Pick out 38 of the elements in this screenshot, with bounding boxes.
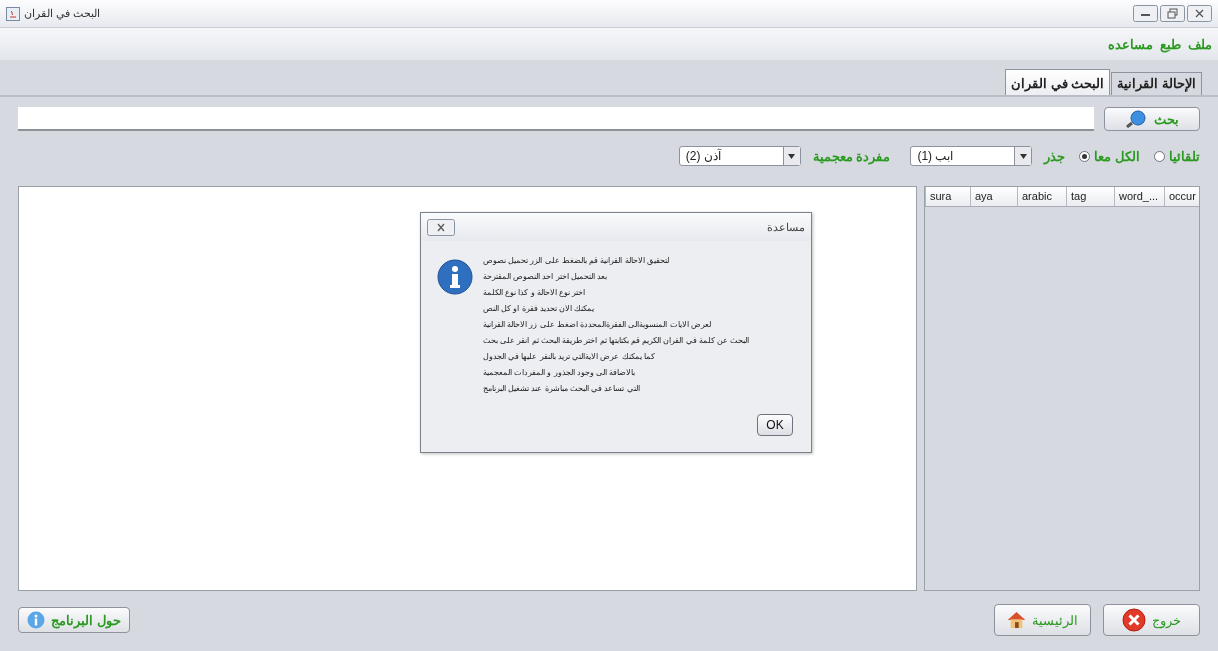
help-text: بعد التحميل اختر احد النصوص المقترحة	[483, 271, 608, 283]
close-icon[interactable]	[427, 218, 455, 236]
filter-label: جذر	[1044, 148, 1066, 164]
tab[interactable]: الإحالة القرانية	[1111, 72, 1202, 95]
help-text: كما يمكنك عرض الايةالتي تريد بالنقر عليها في الجدول	[483, 351, 655, 363]
help-text: البحث عن كلمة في القران الكريم قم بكتابتها ثم اختر طريقة البحث ثم انقر على بحث	[483, 335, 750, 347]
tab[interactable]: البحث في القران	[1005, 69, 1111, 95]
info-icon	[27, 611, 45, 629]
dialog-title: مساعدة	[767, 220, 805, 234]
help-text: لتحقيق الاحالة القرانية قم بالضغط على الزر تحميل نصوص	[483, 255, 669, 267]
search-icon	[1125, 110, 1148, 128]
dropdown[interactable]: آذن (2)	[678, 146, 801, 166]
help-text: لعرض الايات المنسوبةالى الفقرةالمحددة اضغط على زر الاحالة القرانية	[483, 319, 711, 331]
help-text: اختر نوع الاحالة و كذا نوع الكلمة	[483, 287, 586, 299]
column-header[interactable]: sura	[925, 187, 970, 206]
filter-label: مفردة معجمية	[812, 148, 891, 164]
dropdown[interactable]: ابب (1)	[910, 146, 1033, 166]
help-text: يمكنك الان تحديد فقرة او كل النص	[483, 303, 595, 315]
minimize-icon[interactable]	[1133, 5, 1158, 22]
column-header[interactable]: arabic	[1017, 187, 1066, 206]
ok-button[interactable]: OK	[757, 414, 793, 436]
radio-icon[interactable]	[1079, 150, 1091, 162]
column-header[interactable]: word_...	[1114, 187, 1164, 206]
column-header[interactable]: aya	[970, 187, 1017, 206]
column-header[interactable]: tag	[1066, 187, 1114, 206]
close-icon	[1122, 608, 1146, 632]
window-title: البحث في القران	[24, 7, 101, 20]
caret-icon	[788, 153, 796, 159]
help-text: بالاضافة الى وجود الجذور و المفردات المعجمية	[483, 367, 636, 379]
close-icon[interactable]	[1187, 5, 1212, 22]
info-icon	[437, 259, 473, 295]
caret-icon	[1019, 153, 1027, 159]
column-header[interactable]: occur	[1164, 187, 1199, 206]
search-field[interactable]	[18, 107, 1094, 131]
app-icon	[6, 6, 20, 21]
restore-icon[interactable]	[1160, 5, 1185, 22]
radio-icon[interactable]	[1154, 150, 1165, 162]
help-text: التي تساعد في البحث مباشرة عند تشغيل البرنامج	[483, 383, 640, 395]
